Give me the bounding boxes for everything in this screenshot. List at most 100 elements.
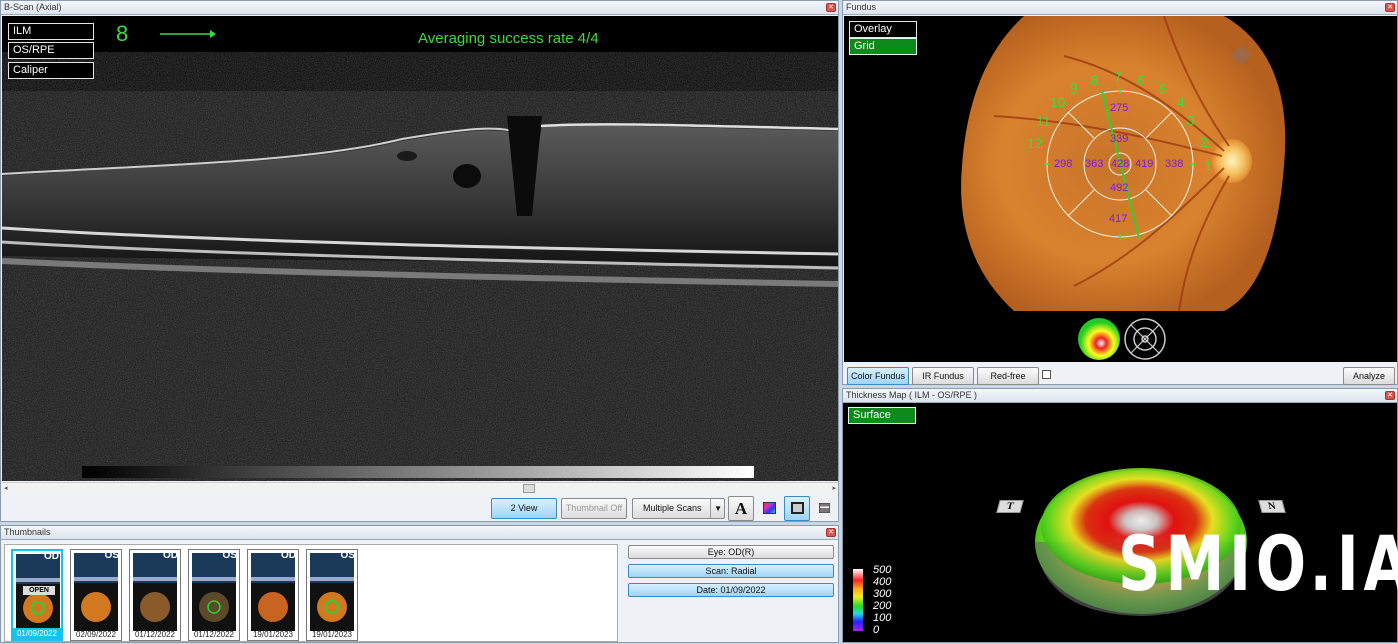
eye-badge: OD xyxy=(281,550,296,561)
color-scale-bar xyxy=(853,569,863,631)
thickness-map-titlebar: Thickness Map ( ILM - OS/RPE ) ✕ xyxy=(843,389,1397,403)
thumbnail-date: 01/12/2022 xyxy=(193,630,235,639)
fundus-viewport[interactable]: 1 2 3 4 5 6 7 8 9 10 11 12 275 339 298 3… xyxy=(844,16,1397,362)
clock-number-10: 10 xyxy=(1050,94,1066,110)
thumbnail-item[interactable]: OS 01/12/2022 xyxy=(188,549,240,641)
close-icon[interactable]: ✕ xyxy=(1385,391,1395,400)
thickness-outer-left: 298 xyxy=(1054,158,1073,170)
analyze-button[interactable]: Analyze xyxy=(1343,367,1395,385)
thickness-outer-top: 275 xyxy=(1110,102,1129,114)
text-tool-button[interactable]: A xyxy=(728,496,754,521)
arrow-right-icon xyxy=(160,30,216,38)
clock-number-8: 8 xyxy=(1091,72,1099,88)
scan-number: 8 xyxy=(116,21,129,46)
thumbnail-date: 19/01/2023 xyxy=(311,630,353,639)
fundus-panel: Fundus ✕ 1 2 3 4 5 6 7 8 9 10 11 12 275 … xyxy=(842,0,1398,385)
thickness-inner-top: 339 xyxy=(1110,133,1129,145)
thumbnail-date: 01/12/2022 xyxy=(134,630,176,639)
scroll-left-icon[interactable]: ◂ xyxy=(4,484,8,492)
layer-os-rpe-button[interactable]: OS/RPE xyxy=(8,42,94,59)
thumbnail-item[interactable]: OD 19/01/2023 xyxy=(247,549,299,641)
open-badge: OPEN xyxy=(23,586,55,595)
close-icon[interactable]: ✕ xyxy=(826,528,836,537)
two-view-button[interactable]: 2 View xyxy=(491,498,557,519)
scale-label-200: 200 xyxy=(873,600,892,612)
grid-button[interactable]: Grid xyxy=(849,38,917,55)
thumbnails-titlebar: Thumbnails ✕ xyxy=(1,526,838,540)
scale-label-500: 500 xyxy=(873,564,892,576)
thumbnail-date: 01/09/2022 xyxy=(13,628,61,639)
overlay-button[interactable]: Overlay xyxy=(849,21,917,38)
scale-label-100: 100 xyxy=(873,612,892,624)
close-icon[interactable]: ✕ xyxy=(826,3,836,12)
nasal-label: N xyxy=(1258,500,1286,513)
eye-badge: OS xyxy=(222,550,237,561)
scale-label-400: 400 xyxy=(873,576,892,588)
scroll-thumb[interactable] xyxy=(523,484,535,493)
thumbnail-item[interactable]: OD 01/12/2022 xyxy=(129,549,181,641)
eye-badge: OS xyxy=(340,550,355,561)
caliper-button[interactable]: Caliper xyxy=(8,62,94,79)
clock-number-4: 4 xyxy=(1177,94,1185,110)
layout-icon[interactable] xyxy=(814,496,834,521)
chevron-down-icon: ▼ xyxy=(710,499,722,518)
eye-badge: OS xyxy=(104,550,119,561)
scan-info-button[interactable]: Scan: Radial xyxy=(628,564,834,578)
eye-badge: OD xyxy=(44,551,59,562)
bscan-titlebar: B-Scan (Axial) ✕ xyxy=(1,1,838,15)
eye-info-button[interactable]: Eye: OD(R) xyxy=(628,545,834,559)
oct-scan-image xyxy=(2,91,838,481)
thumbnail-item[interactable]: OD OPEN 01/09/2022 xyxy=(11,549,63,641)
thickness-inner-bottom: 492 xyxy=(1110,182,1129,194)
scale-label-0: 0 xyxy=(873,624,880,636)
thickness-outer-bottom: 417 xyxy=(1109,213,1128,225)
multiple-scans-dropdown[interactable]: Multiple Scans ▼ xyxy=(632,498,725,519)
thickness-mini-map-icon[interactable] xyxy=(1077,317,1121,361)
bscan-viewport[interactable]: ILM OS/RPE Caliper 8 Averaging success r… xyxy=(2,16,838,481)
grid-target-icon[interactable] xyxy=(1123,317,1167,361)
clock-number-2: 2 xyxy=(1200,134,1208,150)
clock-number-5: 5 xyxy=(1159,81,1167,97)
clock-number-12: 12 xyxy=(1027,135,1043,151)
multiple-scans-label: Multiple Scans xyxy=(643,503,702,513)
clock-number-7: 7 xyxy=(1114,69,1122,85)
thumbnails-strip: OD OPEN 01/09/2022 OS 02/09/2022 OD 01/1… xyxy=(4,544,618,642)
clock-number-3: 3 xyxy=(1187,112,1195,128)
thumbnail-date: 02/09/2022 xyxy=(75,630,117,639)
thickness-inner-right: 419 xyxy=(1135,158,1154,170)
thumbnail-date: 19/01/2023 xyxy=(252,630,294,639)
clock-number-6: 6 xyxy=(1137,72,1145,88)
thickness-map-title: Thickness Map ( ILM - OS/RPE ) xyxy=(846,390,978,400)
scroll-right-icon[interactable]: ▸ xyxy=(832,484,836,492)
thickness-map-panel: Thickness Map ( ILM - OS/RPE ) ✕ Surface… xyxy=(842,388,1398,643)
color-fundus-button[interactable]: Color Fundus xyxy=(847,367,909,385)
thickness-center: 428 xyxy=(1111,158,1130,170)
bscan-title: B-Scan (Axial) xyxy=(4,2,62,12)
layer-ilm-button[interactable]: ILM xyxy=(8,23,94,40)
thumbnail-off-button[interactable]: Thumbnail Off xyxy=(561,498,627,519)
fundus-titlebar: Fundus ✕ xyxy=(843,1,1397,15)
bscan-panel: B-Scan (Axial) ✕ ILM OS/RPE Caliper 8 Av… xyxy=(0,0,839,522)
thumbnail-item[interactable]: OS 02/09/2022 xyxy=(70,549,122,641)
thumbnail-item[interactable]: OS 19/01/2023 xyxy=(306,549,358,641)
clock-number-11: 11 xyxy=(1036,113,1051,129)
ir-fundus-button[interactable]: IR Fundus xyxy=(912,367,974,385)
horizontal-scrollbar[interactable]: ◂ ▸ xyxy=(2,482,838,494)
color-map-icon[interactable] xyxy=(758,496,780,521)
averaging-status: Averaging success rate 4/4 xyxy=(418,30,599,47)
thumbnails-title: Thumbnails xyxy=(4,527,51,537)
red-free-checkbox[interactable] xyxy=(1042,370,1051,379)
close-icon[interactable]: ✕ xyxy=(1385,3,1395,12)
watermark-logo: SMIO.IA xyxy=(1118,519,1398,608)
fundus-title: Fundus xyxy=(846,2,877,12)
temporal-label: T xyxy=(996,500,1024,513)
thumbnails-panel: Thumbnails ✕ OD OPEN 01/09/2022 OS 02/09… xyxy=(0,525,839,643)
eye-badge: OD xyxy=(163,550,178,561)
clock-number-1: 1 xyxy=(1204,157,1212,173)
date-info-button[interactable]: Date: 01/09/2022 xyxy=(628,583,834,597)
clock-number-9: 9 xyxy=(1070,80,1078,96)
thickness-inner-left: 363 xyxy=(1085,158,1104,170)
grayscale-view-icon[interactable] xyxy=(784,496,810,521)
red-free-button[interactable]: Red-free xyxy=(977,367,1039,385)
thickness-outer-right: 338 xyxy=(1165,158,1184,170)
